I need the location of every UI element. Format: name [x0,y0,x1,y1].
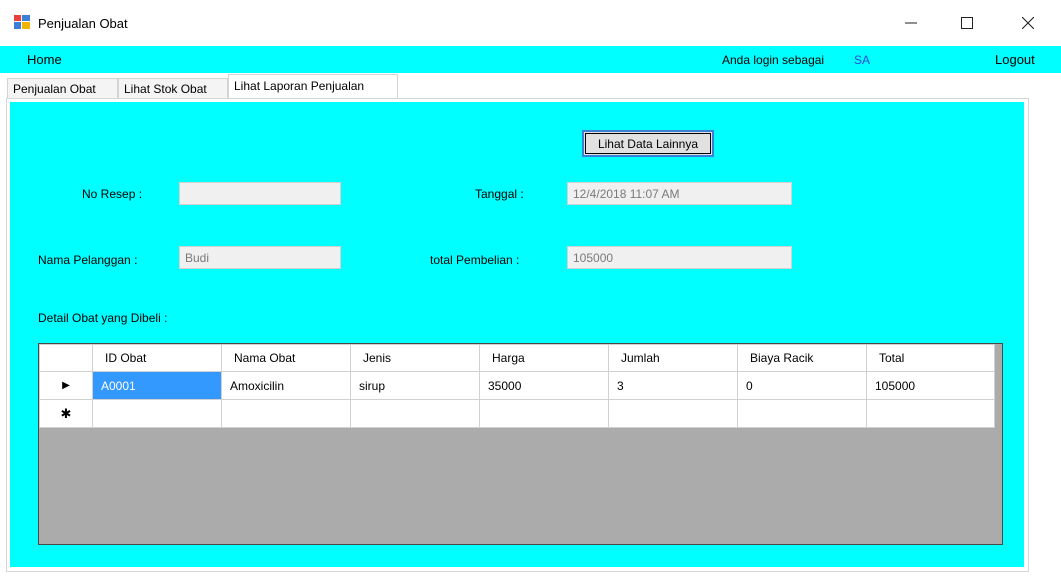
detail-obat-grid[interactable]: ID Obat Nama Obat Jenis Harga Jumlah Bia… [38,343,1003,545]
new-cell-jumlah[interactable] [608,399,738,428]
new-cell-nama-obat[interactable] [221,399,351,428]
tanggal-field[interactable]: 12/4/2018 11:07 AM [567,182,792,205]
cell-harga[interactable]: 35000 [479,371,609,400]
tab-strip: Penjualan Obat Lihat Stok Obat Lihat Lap… [0,73,1061,100]
cell-jumlah[interactable]: 3 [608,371,738,400]
column-header-biaya-racik[interactable]: Biaya Racik [737,344,867,372]
menu-home[interactable]: Home [27,52,62,67]
total-pembelian-field[interactable]: 105000 [567,246,792,269]
new-cell-id-obat[interactable] [92,399,222,428]
app-icon [14,15,30,29]
cell-id-obat[interactable]: A0001 [92,371,222,400]
no-resep-label: No Resep : [82,187,143,201]
tab-lihat-stok-obat[interactable]: Lihat Stok Obat [118,78,228,99]
table-row[interactable]: ▶ A0001 Amoxicilin sirup 35000 3 0 10500… [39,371,995,400]
nama-pelanggan-label: Nama Pelanggan : [38,253,138,267]
nama-pelanggan-field[interactable]: Budi [179,246,341,269]
new-cell-total[interactable] [866,399,995,428]
menu-bar: Home Anda login sebagai SA Logout [0,46,1061,73]
column-header-nama-obat[interactable]: Nama Obat [221,344,351,372]
grid-table: ID Obat Nama Obat Jenis Harga Jumlah Bia… [39,344,995,428]
total-pembelian-label: total Pembelian : [430,253,520,267]
column-header-jumlah[interactable]: Jumlah [608,344,738,372]
cell-total[interactable]: 105000 [866,371,995,400]
lihat-data-lainnya-button[interactable]: Lihat Data Lainnya [582,130,714,157]
grid-header-row: ID Obat Nama Obat Jenis Harga Jumlah Bia… [39,344,995,372]
row-header-corner[interactable] [39,344,93,372]
minimize-icon[interactable] [888,8,934,38]
close-icon[interactable] [1005,8,1051,38]
column-header-harga[interactable]: Harga [479,344,609,372]
column-header-jenis[interactable]: Jenis [350,344,480,372]
current-row-indicator-icon[interactable]: ▶ [39,371,93,400]
no-resep-field[interactable] [179,182,341,205]
column-header-id-obat[interactable]: ID Obat [92,344,222,372]
menu-logout[interactable]: Logout [995,52,1035,67]
cell-nama-obat[interactable]: Amoxicilin [221,371,351,400]
window-title: Penjualan Obat [38,16,128,31]
cell-jenis[interactable]: sirup [350,371,480,400]
new-row-asterisk-icon[interactable]: ✱ [39,399,93,428]
tab-lihat-laporan-penjualan[interactable]: Lihat Laporan Penjualan [228,74,398,100]
new-cell-harga[interactable] [479,399,609,428]
new-cell-biaya-racik[interactable] [737,399,867,428]
login-label: Anda login sebagai [722,53,825,67]
new-row[interactable]: ✱ [39,399,995,428]
new-cell-jenis[interactable] [350,399,480,428]
detail-obat-label: Detail Obat yang Dibeli : [38,311,168,325]
column-header-total[interactable]: Total [866,344,995,372]
tab-penjualan-obat[interactable]: Penjualan Obat [7,78,118,99]
maximize-icon[interactable] [944,8,990,38]
login-user: SA [854,53,871,67]
cell-biaya-racik[interactable]: 0 [737,371,867,400]
tanggal-label: Tanggal : [475,187,524,201]
title-bar: Penjualan Obat [0,0,1061,46]
